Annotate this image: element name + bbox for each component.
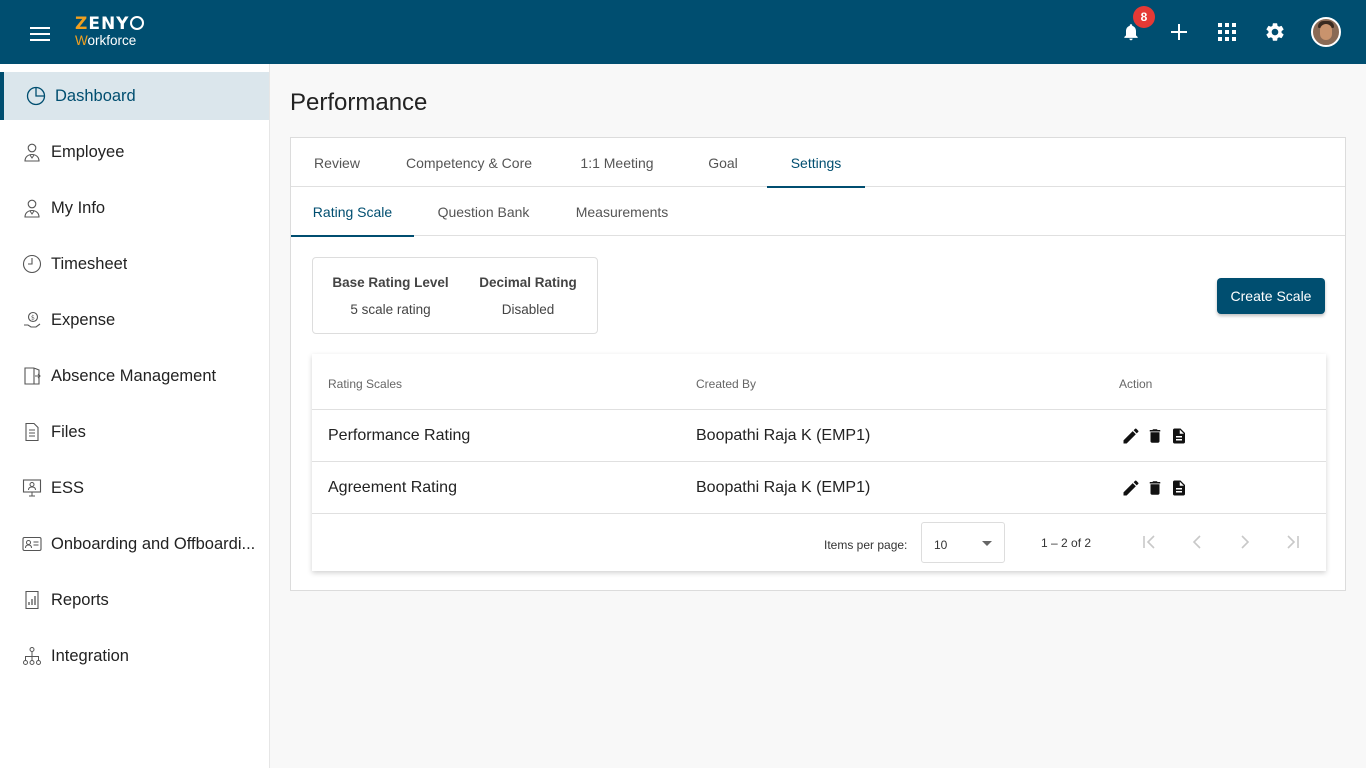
money-hand-icon: $ (22, 310, 42, 330)
base-rating-value: 5 scale rating (350, 302, 431, 317)
svg-text:$: $ (31, 315, 35, 322)
sidebar-item-my-info[interactable]: My Info (0, 184, 269, 232)
rating-scale-name: Performance Rating (328, 427, 471, 444)
delete-icon[interactable] (1143, 477, 1167, 499)
edit-icon[interactable] (1119, 477, 1143, 499)
sidebar-item-absence-management[interactable]: Absence Management (0, 352, 269, 400)
sidebar: Dashboard Employee My Info Timesheet $ Expens… (0, 64, 270, 768)
sidebar-item-label: Employee (51, 142, 125, 161)
report-icon (22, 590, 42, 610)
delete-icon[interactable] (1143, 425, 1167, 447)
sidebar-item-dashboard[interactable]: Dashboard (0, 72, 269, 120)
top-bar: ZENY Workforce 8 (0, 0, 1366, 64)
sidebar-item-ess[interactable]: ESS (0, 464, 269, 512)
sidebar-item-employee[interactable]: Employee (0, 128, 269, 176)
sidebar-item-timesheet[interactable]: Timesheet (0, 240, 269, 288)
rating-scales-table: Rating Scales Created By Action Performa… (312, 354, 1326, 571)
document-icon[interactable] (1167, 477, 1191, 499)
tab-review[interactable]: Review (291, 138, 383, 187)
decimal-rating-value: Disabled (501, 302, 555, 317)
notification-badge: 8 (1133, 6, 1155, 28)
sidebar-item-label: ESS (51, 478, 85, 497)
person-icon (22, 198, 42, 218)
rating-scale-name: Agreement Rating (328, 479, 457, 496)
tab-one-on-one-meeting[interactable]: 1:1 Meeting (555, 138, 679, 187)
table-header: Rating Scales Created By Action (312, 354, 1326, 410)
performance-card: Review Competency & Core 1:1 Meeting Goa… (290, 137, 1346, 591)
sidebar-item-label: Dashboard (55, 86, 136, 105)
tab-goal[interactable]: Goal (679, 138, 767, 187)
rating-info-box: Base Rating Level 5 scale rating Decimal… (312, 257, 598, 334)
header-created-by[interactable]: Created By (696, 377, 756, 391)
notification-bell-icon[interactable]: 8 (1119, 6, 1155, 44)
decimal-rating-label: Decimal Rating (479, 275, 577, 290)
page-title: Performance (290, 89, 428, 116)
settings-subtabs: Rating Scale Question Bank Measurements (291, 187, 1345, 237)
file-icon (22, 422, 42, 442)
sidebar-item-reports[interactable]: Reports (0, 576, 269, 624)
apps-grid-icon[interactable] (1215, 20, 1239, 44)
hierarchy-icon (22, 646, 42, 666)
sidebar-item-label: Onboarding and Offboardi... (51, 534, 256, 553)
sidebar-item-files[interactable]: Files (0, 408, 269, 456)
sidebar-item-label: Integration (51, 646, 129, 665)
sidebar-item-expense[interactable]: $ Expense (0, 296, 269, 344)
previous-page-icon[interactable] (1187, 532, 1207, 552)
subtab-rating-scale[interactable]: Rating Scale (291, 187, 414, 237)
person-icon (22, 142, 42, 162)
monitor-user-icon (22, 478, 42, 498)
add-icon[interactable] (1167, 20, 1191, 44)
clock-icon (22, 254, 42, 274)
create-scale-button[interactable]: Create Scale (1217, 278, 1325, 314)
sidebar-item-label: Files (51, 422, 86, 441)
header-action: Action (1119, 377, 1153, 391)
items-per-page-value: 10 (934, 538, 948, 552)
logo-main: ZENY (75, 16, 145, 33)
sidebar-item-label: Reports (51, 590, 109, 609)
header-rating-scales[interactable]: Rating Scales (328, 377, 402, 391)
page-range-label: 1 – 2 of 2 (1041, 536, 1092, 550)
created-by-name: Boopathi Raja K (EMP1) (696, 479, 871, 496)
sidebar-item-onboarding-and-offboardi[interactable]: Onboarding and Offboardi... (0, 520, 269, 568)
tab-settings[interactable]: Settings (767, 138, 865, 188)
subtab-question-bank[interactable]: Question Bank (414, 187, 553, 236)
subtab-measurements[interactable]: Measurements (553, 187, 691, 236)
sidebar-item-label: Absence Management (51, 366, 217, 385)
base-rating-label: Base Rating Level (332, 275, 449, 290)
dropdown-arrow-icon (982, 541, 992, 546)
sidebar-item-label: My Info (51, 198, 106, 217)
document-icon[interactable] (1167, 425, 1191, 447)
last-page-icon[interactable] (1283, 532, 1303, 552)
next-page-icon[interactable] (1235, 532, 1255, 552)
sidebar-item-integration[interactable]: Integration (0, 632, 269, 680)
pie-chart-icon (26, 86, 46, 106)
sidebar-item-label: Expense (51, 310, 116, 329)
menu-icon[interactable] (30, 27, 50, 41)
paginator: Items per page: 10 1 – 2 of 2 (312, 514, 1326, 570)
id-card-icon (22, 534, 42, 554)
tab-competency-core[interactable]: Competency & Core (383, 138, 555, 187)
edit-icon[interactable] (1119, 425, 1143, 447)
settings-gear-icon[interactable] (1263, 20, 1287, 44)
user-avatar[interactable] (1311, 17, 1341, 47)
sidebar-item-label: Timesheet (51, 254, 128, 273)
exit-door-icon (22, 366, 42, 386)
created-by-name: Boopathi Raja K (EMP1) (696, 427, 871, 444)
first-page-icon[interactable] (1139, 532, 1159, 552)
logo-sub: Workforce (75, 33, 137, 48)
table-row: Performance Rating Boopathi Raja K (EMP1… (312, 410, 1326, 462)
logo[interactable]: ZENY Workforce (75, 16, 145, 48)
table-row: Agreement Rating Boopathi Raja K (EMP1) (312, 462, 1326, 514)
items-per-page-select[interactable]: 10 (921, 522, 1005, 563)
main-tabs: Review Competency & Core 1:1 Meeting Goa… (291, 138, 1345, 188)
items-per-page-label: Items per page: (824, 538, 908, 552)
